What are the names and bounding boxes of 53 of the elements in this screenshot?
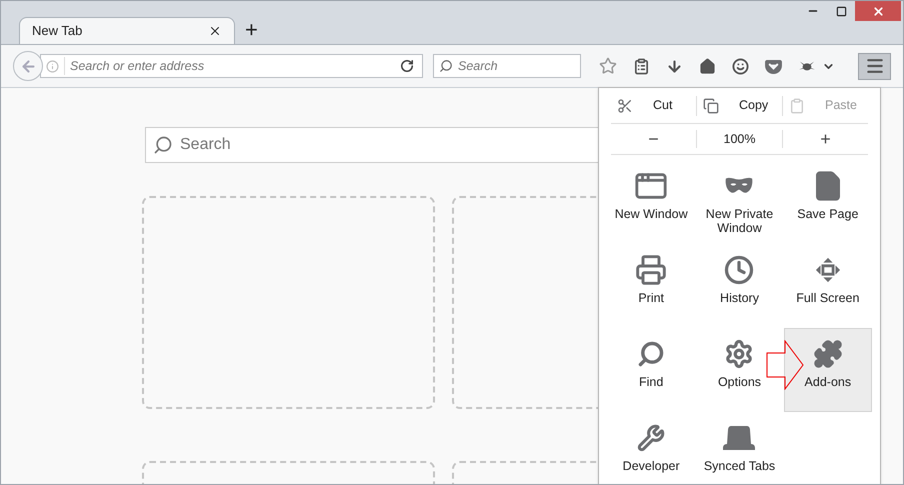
menu-item[interactable]: New Private Window	[695, 160, 784, 244]
menu-item[interactable]: Add-ons	[784, 328, 872, 412]
menu-icon	[864, 56, 884, 76]
star-icon[interactable]	[599, 57, 617, 75]
close-button[interactable]	[855, 1, 901, 21]
smiley-icon[interactable]	[732, 58, 749, 74]
address-field[interactable]: Search or enter address	[64, 56, 392, 76]
gear-icon	[724, 339, 754, 369]
menu-item[interactable]: Print	[607, 244, 696, 328]
menu-item[interactable]: Save Page	[784, 160, 872, 244]
edit-button[interactable]: Cut	[611, 96, 696, 116]
magnifier-icon	[637, 340, 666, 368]
search-field[interactable]: Search	[458, 56, 580, 76]
scissors-icon	[617, 98, 633, 114]
menu-item[interactable]: Options	[695, 328, 784, 412]
menu-item[interactable]: History	[695, 244, 784, 328]
bug-icon[interactable]	[798, 59, 816, 73]
download-icon[interactable]	[666, 58, 683, 74]
zoom-reset-button[interactable]: 100%	[696, 130, 783, 148]
arrow-drawing	[766, 340, 804, 390]
clipboard-icon	[789, 98, 805, 114]
menu-item[interactable]: Developer	[607, 412, 696, 484]
menu-item[interactable]: Synced Tabs	[695, 412, 784, 484]
search-icon	[153, 135, 173, 155]
address-bar[interactable]: Search or enter address	[40, 54, 423, 78]
clock-icon	[724, 255, 754, 285]
info-icon	[46, 60, 59, 72]
fullscreen-icon	[814, 257, 841, 283]
tab[interactable]: New Tab	[19, 17, 235, 44]
puzzle-piece-icon	[812, 339, 843, 369]
search-icon	[439, 59, 453, 73]
new-tab-button[interactable]: +	[241, 19, 262, 41]
tab-title: New Tab	[32, 22, 82, 40]
edit-button[interactable]: Copy	[696, 96, 782, 116]
wrench-icon	[637, 424, 666, 452]
zoom-out-button[interactable]: −	[611, 130, 696, 148]
copy-icon	[703, 98, 719, 114]
menu-item[interactable]: New Window	[607, 160, 696, 244]
clipboard-list-icon[interactable]	[633, 58, 650, 74]
close-tab-icon[interactable]	[208, 24, 222, 38]
pocket-icon[interactable]	[765, 58, 782, 74]
menu-button[interactable]	[858, 52, 891, 80]
menu-item[interactable]: Find	[607, 328, 696, 412]
maximize-icon	[836, 6, 846, 16]
menu-item[interactable]: Full Screen	[784, 244, 872, 328]
back-arrow-icon	[20, 58, 36, 74]
tabs-icon	[723, 424, 756, 452]
zoom-in-button[interactable]: +	[783, 130, 868, 148]
reload-icon[interactable]	[400, 59, 414, 73]
search-bar[interactable]: Search	[433, 54, 581, 78]
printer-icon	[635, 254, 668, 286]
close-icon	[872, 4, 884, 18]
home-icon[interactable]	[699, 58, 716, 74]
